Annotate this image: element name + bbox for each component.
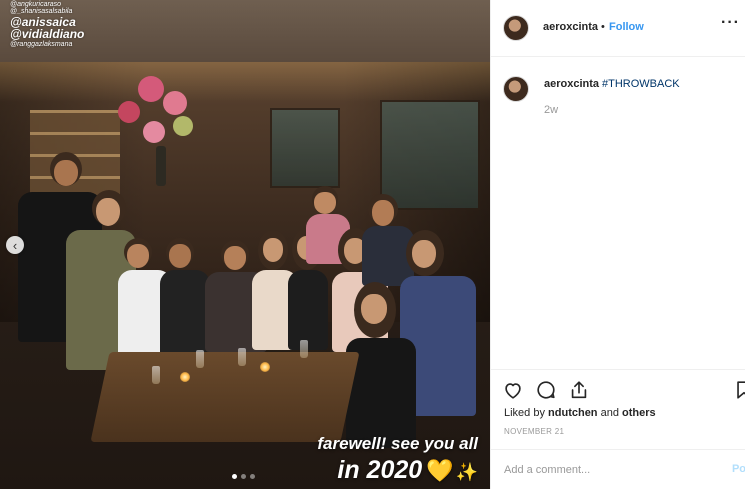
photo-caption: farewell! see you all in 2020 💛 ✨ xyxy=(317,434,478,485)
carousel-prev-button[interactable]: ‹ xyxy=(6,236,24,254)
more-icon[interactable]: ··· xyxy=(721,14,740,32)
photo-tag: @vidialdiano xyxy=(10,27,85,42)
comment-timestamp[interactable]: 2w xyxy=(544,104,558,116)
restaurant-window xyxy=(270,108,340,188)
post-header: aeroxcinta • Follow ··· xyxy=(491,0,745,57)
carousel-dot xyxy=(250,474,255,479)
wine-glass xyxy=(196,350,204,368)
flower-arrangement xyxy=(108,66,216,186)
ceiling-lights xyxy=(0,62,490,102)
carousel-indicator xyxy=(232,474,255,479)
add-comment-bar: Po xyxy=(491,449,745,489)
yellow-heart-icon: 💛 xyxy=(426,458,454,483)
photo-tag: @ranggazlaksmana xyxy=(10,40,73,48)
photo-tags: @angkuricaraso @_shanisasalsabila @aniss… xyxy=(10,1,84,48)
post-actions: Liked by ndutchen and others NOVEMBER 21 xyxy=(491,369,745,449)
post-date[interactable]: NOVEMBER 21 xyxy=(504,427,564,436)
hashtag-link[interactable]: #THROWBACK xyxy=(602,78,680,90)
photo-caption-line: in 2020 💛 ✨ xyxy=(317,456,478,485)
avatar[interactable] xyxy=(503,76,529,102)
post-sidebar: aeroxcinta • Follow ··· aeroxcinta #THRO… xyxy=(490,0,745,489)
candle xyxy=(260,362,270,372)
follow-button[interactable]: Follow xyxy=(609,21,644,33)
comment-icon[interactable] xyxy=(535,379,557,401)
likes-others[interactable]: others xyxy=(622,407,656,419)
post-photo[interactable]: @angkuricaraso @_shanisasalsabila @aniss… xyxy=(0,0,490,489)
wine-glass xyxy=(300,340,308,358)
dining-table xyxy=(90,352,360,442)
likes-prefix: Liked by xyxy=(504,407,549,419)
photo-caption-line: farewell! see you all xyxy=(317,434,478,453)
comment-username[interactable]: aeroxcinta xyxy=(544,78,599,90)
sparkles-icon: ✨ xyxy=(455,462,478,482)
avatar[interactable] xyxy=(503,15,529,41)
photo-caption-text: in 2020 xyxy=(337,456,423,484)
post-author-username[interactable]: aeroxcinta xyxy=(543,21,598,33)
carousel-dot xyxy=(232,474,237,479)
chevron-left-icon: ‹ xyxy=(12,237,18,253)
wine-glass xyxy=(152,366,160,384)
comment-input[interactable] xyxy=(504,460,704,480)
separator-dot: • xyxy=(601,21,605,33)
post-comment-button[interactable]: Po xyxy=(732,463,745,475)
restaurant-window xyxy=(380,100,480,210)
heart-icon[interactable] xyxy=(502,379,524,401)
likes-middle: and xyxy=(597,407,622,419)
candle xyxy=(180,372,190,382)
bookmark-icon[interactable] xyxy=(733,379,745,401)
wine-glass xyxy=(238,348,246,366)
liker-username[interactable]: ndutchen xyxy=(548,407,598,419)
carousel-dot xyxy=(241,474,246,479)
likes-summary[interactable]: Liked by ndutchen and others xyxy=(504,407,656,419)
share-icon[interactable] xyxy=(568,379,590,401)
